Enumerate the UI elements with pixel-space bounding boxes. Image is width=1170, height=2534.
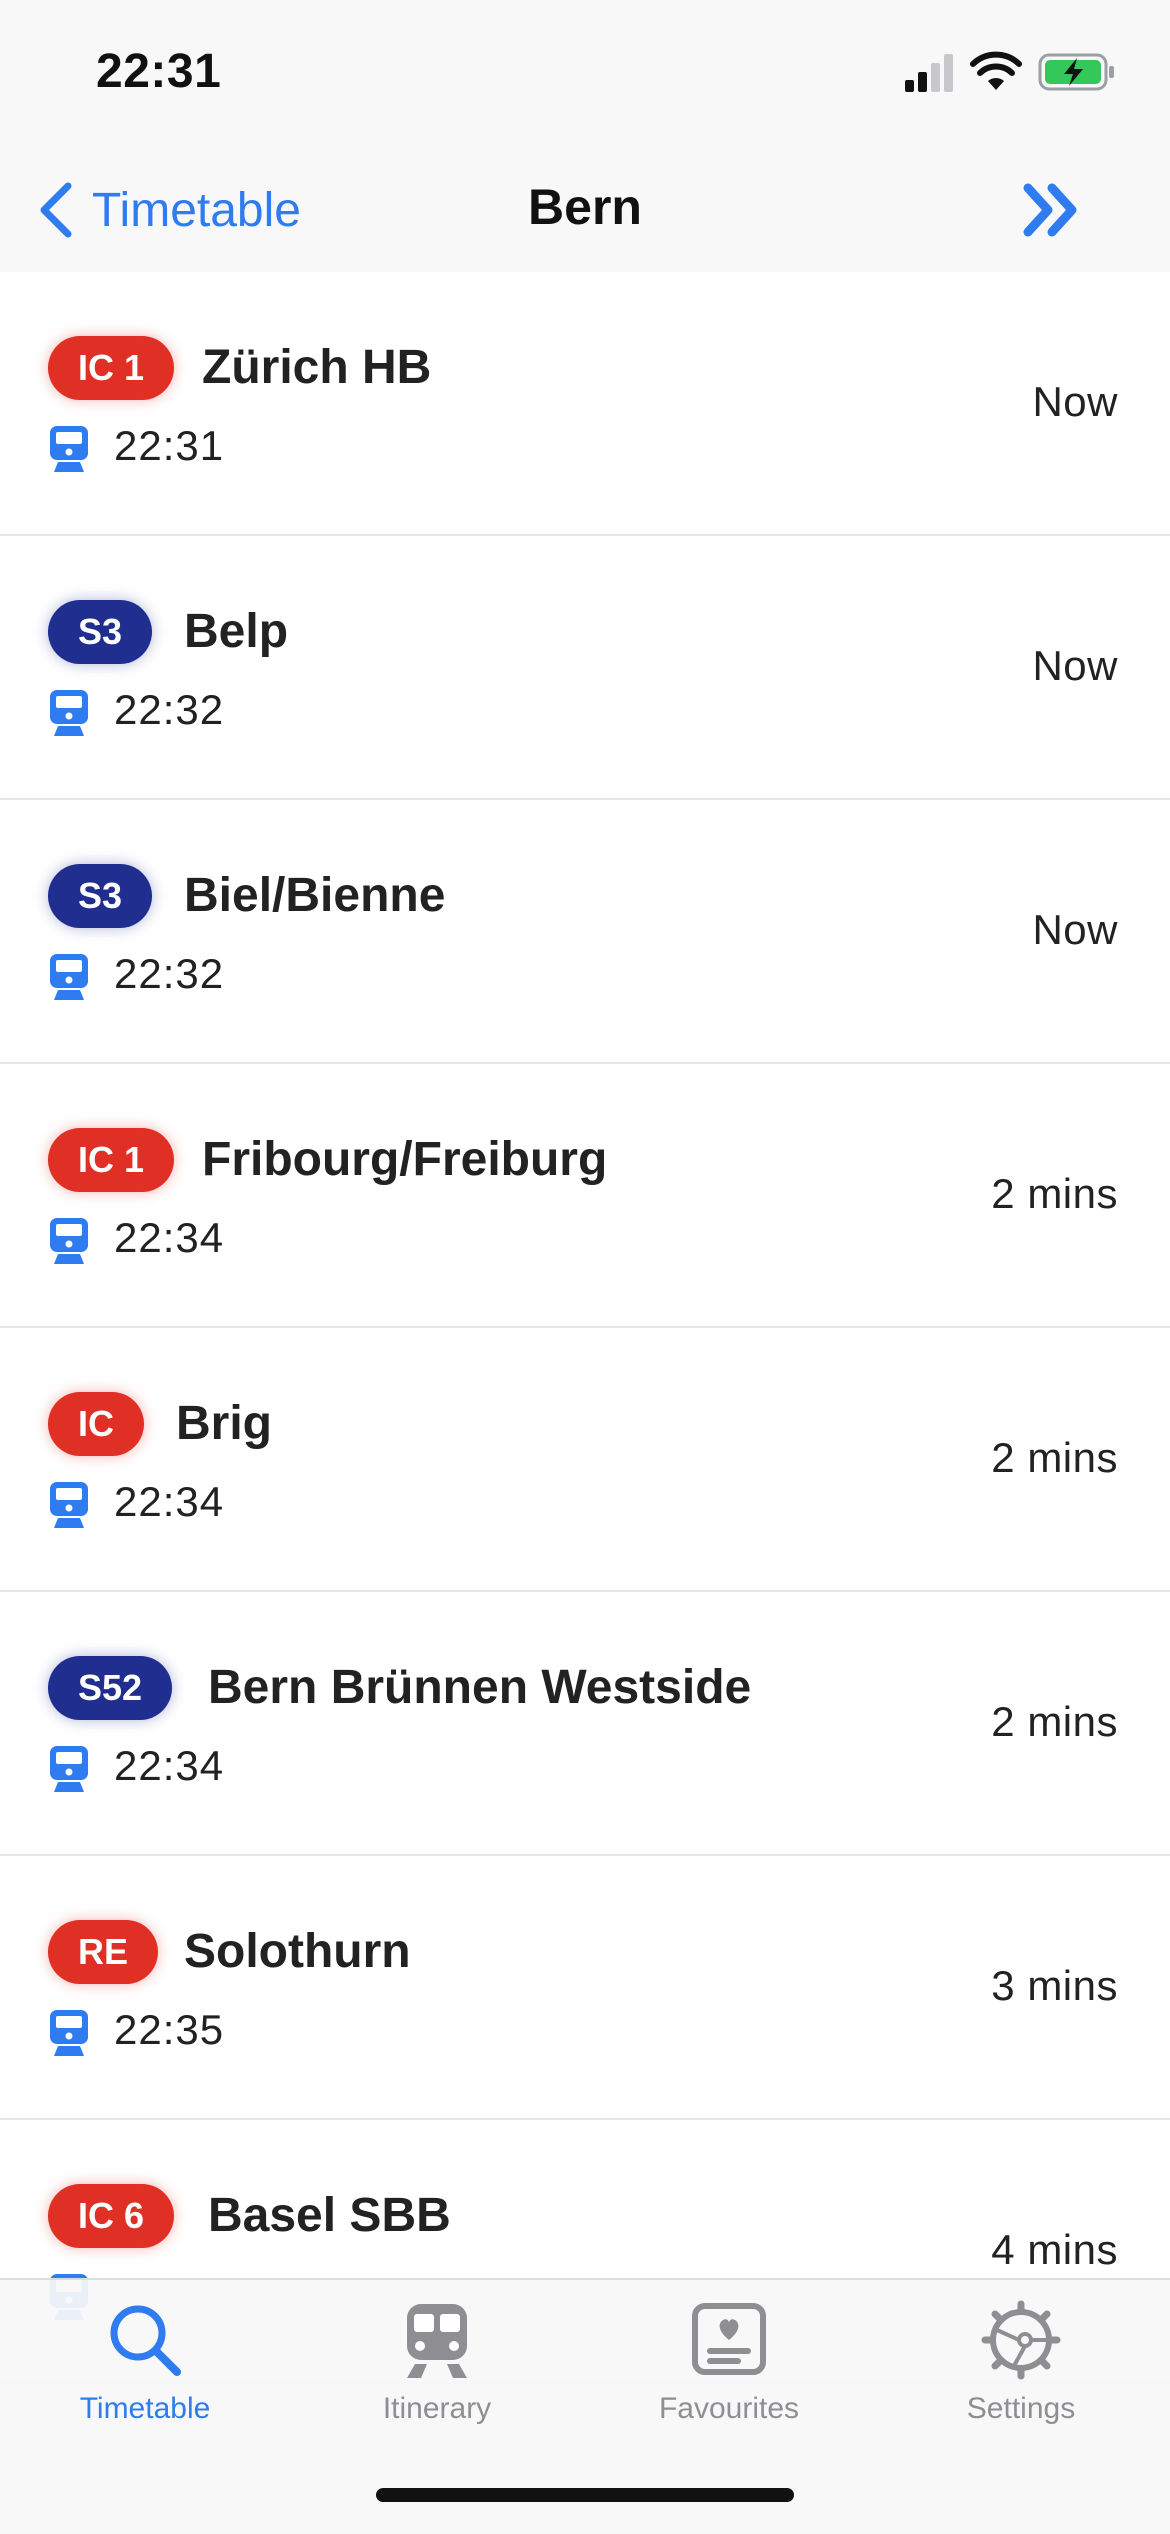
destination: Zürich HB [202, 341, 432, 394]
search-icon [110, 2305, 181, 2376]
line-badge: IC 1 [48, 1128, 175, 1192]
departure-row[interactable]: IC 1 Zürich HB 22:31 Now [0, 272, 1170, 536]
departure-eta: Now [1032, 906, 1118, 953]
train-icon [50, 690, 88, 736]
departure-eta: 3 mins [991, 1962, 1118, 2009]
train-icon [407, 2304, 467, 2378]
departure-eta: 2 mins [991, 1698, 1118, 1745]
departure-time: 22:32 [114, 950, 225, 997]
status-bar: 22:31 [0, 0, 1170, 150]
tab-itinerary[interactable]: Itinerary [337, 2290, 537, 2440]
destination: Solothurn [184, 1925, 411, 1978]
departure-eta: 2 mins [991, 1434, 1118, 1481]
departure-row[interactable]: S3 Belp 22:32 Now [0, 536, 1170, 800]
wifi-icon [970, 51, 1022, 90]
tab-timetable[interactable]: Timetable [45, 2290, 245, 2440]
departure-eta: 4 mins [991, 2226, 1118, 2273]
line-badge: S52 [48, 1656, 173, 1720]
departure-time: 22:32 [114, 686, 225, 733]
destination: Biel/Bienne [184, 869, 446, 922]
battery-charging-icon [1038, 53, 1114, 91]
home-indicator[interactable] [376, 2488, 794, 2502]
line-badge: RE [48, 1920, 159, 1984]
destination: Bern Brünnen Westside [208, 1661, 752, 1714]
departure-row[interactable]: S52 Bern Brünnen Westside 22:34 2 mins [0, 1592, 1170, 1856]
line-badge: S3 [48, 864, 153, 928]
departure-time: 22:34 [114, 1742, 225, 1789]
line-badge: S3 [48, 600, 153, 664]
departures-list: IC 1 Zürich HB 22:31 Now S3 Belp 22:32 N… [0, 272, 1170, 2384]
tab-label: Timetable [79, 2392, 211, 2425]
tab-label: Favourites [658, 2392, 800, 2425]
tab-label: Settings [966, 2392, 1076, 2425]
departure-row[interactable]: IC 1 Fribourg/Freiburg 22:34 2 mins [0, 1064, 1170, 1328]
destination: Belp [184, 605, 289, 658]
train-icon [50, 2010, 88, 2056]
departure-eta: Now [1032, 642, 1118, 689]
departure-row[interactable]: S3 Biel/Bienne 22:32 Now [0, 800, 1170, 1064]
departure-time: 22:31 [114, 422, 225, 469]
departure-eta: 2 mins [991, 1170, 1118, 1217]
gear-icon [981, 2300, 1061, 2380]
line-badge: IC 1 [48, 336, 175, 400]
destination: Fribourg/Freiburg [202, 1133, 608, 1186]
departure-time: 22:34 [114, 1478, 225, 1525]
favourites-icon [692, 2303, 766, 2375]
departure-row[interactable]: RE Solothurn 22:35 3 mins [0, 1856, 1170, 2120]
double-chevron-right-icon[interactable] [1020, 180, 1086, 240]
line-badge: IC [48, 1392, 144, 1456]
train-icon [50, 954, 88, 1000]
train-icon [50, 1746, 88, 1792]
train-icon [50, 1218, 88, 1264]
train-icon [50, 426, 88, 472]
cellular-signal-icon [905, 54, 953, 92]
destination: Basel SBB [208, 2189, 451, 2242]
page-title: Bern [528, 179, 642, 235]
departure-row[interactable]: IC Brig 22:34 2 mins [0, 1328, 1170, 1592]
status-time: 22:31 [96, 45, 222, 98]
train-icon [50, 1482, 88, 1528]
tab-favourites[interactable]: Favourites [629, 2290, 829, 2440]
departure-eta: Now [1032, 378, 1118, 425]
destination: Brig [176, 1397, 272, 1450]
tab-label: Itinerary [382, 2392, 492, 2425]
tab-settings[interactable]: Settings [921, 2290, 1121, 2440]
navigation-bar: Timetable Bern [0, 150, 1170, 274]
departure-time: 22:35 [114, 2006, 225, 2053]
line-badge: IC 6 [48, 2184, 175, 2248]
departure-time: 22:34 [114, 1214, 225, 1261]
